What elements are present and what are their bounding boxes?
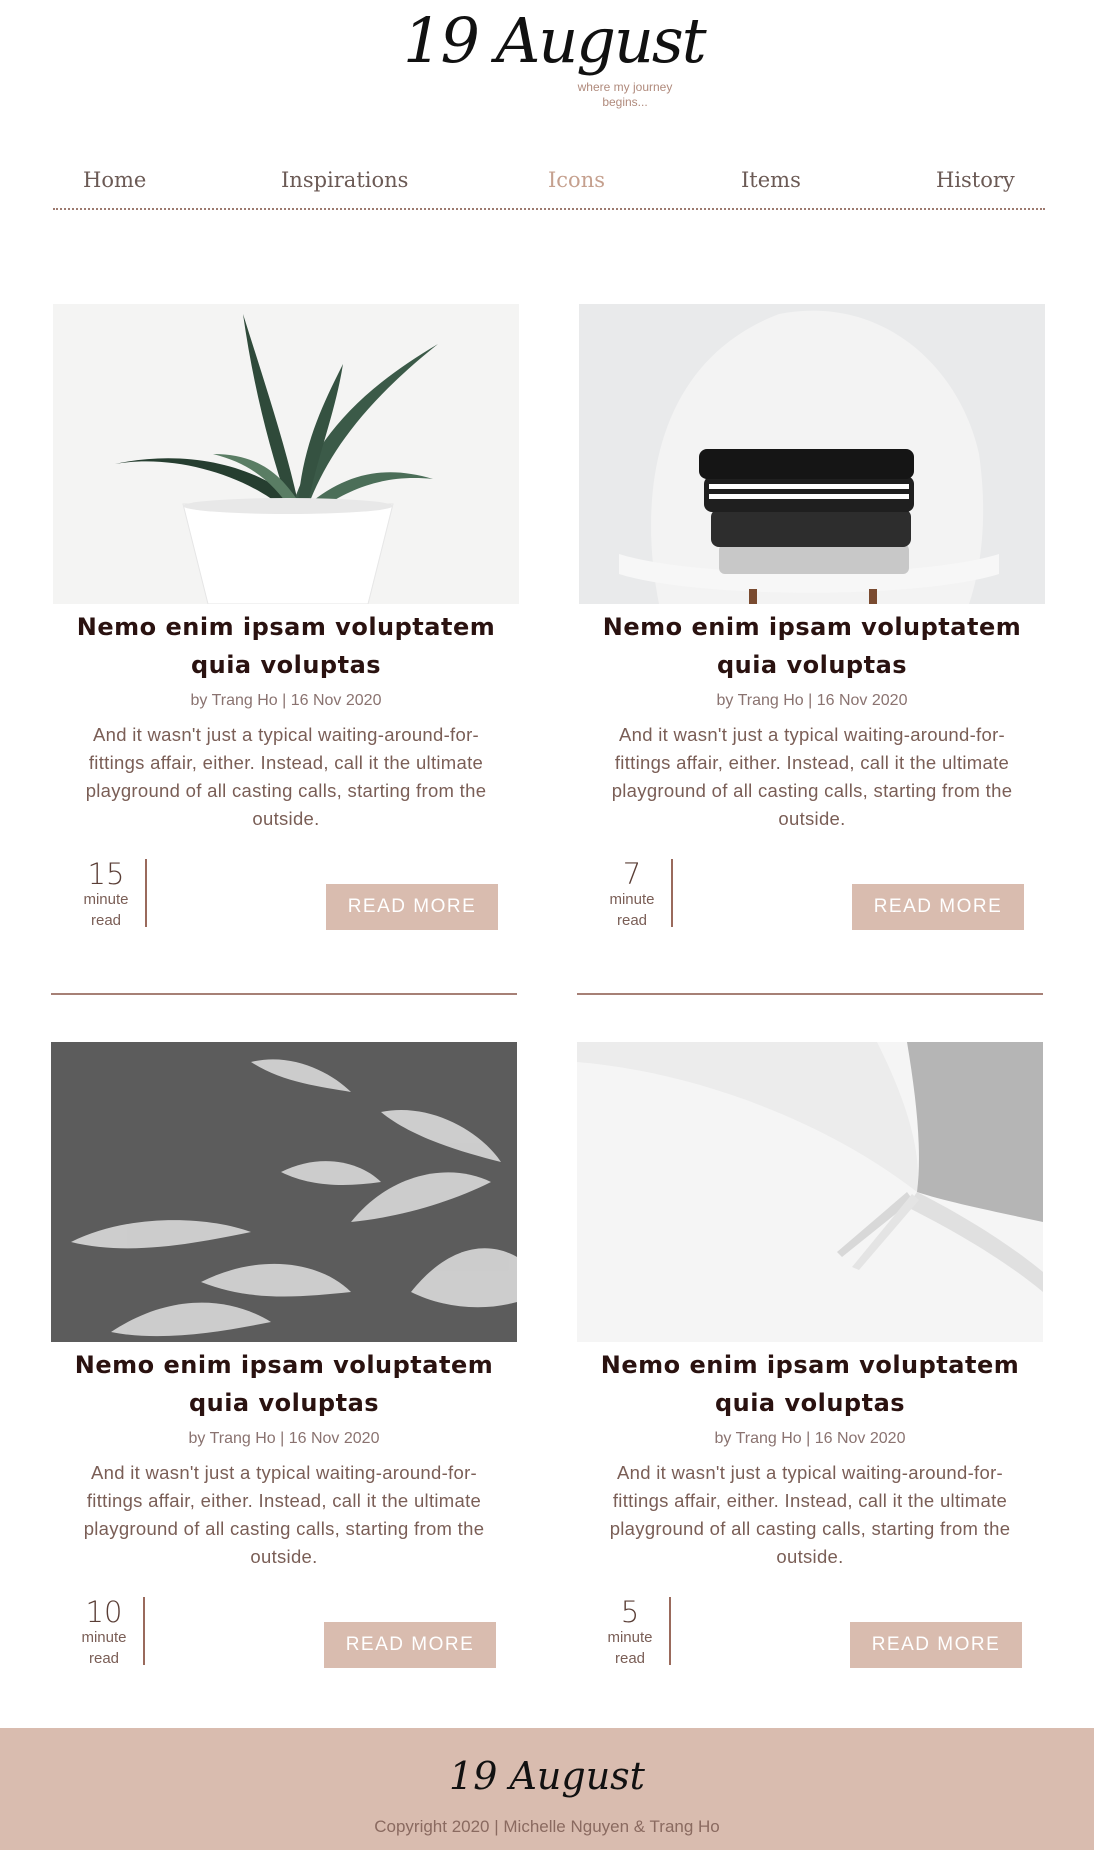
site-logo[interactable]: 19 August where my journey begins... (0, 0, 1094, 130)
read-time: 15 minute read (67, 857, 147, 929)
section-divider (51, 993, 517, 995)
post-meta: by Trang Ho | 16 Nov 2020 (716, 692, 908, 709)
post-excerpt: And it wasn't just a typical waiting-aro… (85, 724, 487, 829)
post-excerpt: And it wasn't just a typical waiting-aro… (83, 1462, 485, 1567)
post-excerpt: And it wasn't just a typical waiting-aro… (609, 1462, 1011, 1567)
read-time: 5 minute read (591, 1595, 671, 1667)
footer-logo[interactable]: 19 August (0, 1754, 1094, 1798)
nav-item-items[interactable]: Items (741, 168, 801, 192)
post-image-folded-clothes[interactable] (579, 304, 1045, 604)
read-more-button[interactable]: READ MORE (852, 884, 1024, 930)
read-more-button[interactable]: READ MORE (326, 884, 498, 930)
read-time-minutes: 10 (85, 1595, 123, 1629)
read-time-unit: read (614, 1650, 646, 1667)
nav-item-history[interactable]: History (936, 168, 1015, 192)
read-time: 10 minute read (65, 1595, 145, 1667)
post-image-open-book[interactable] (577, 1042, 1043, 1342)
read-time-unit: minute (83, 891, 129, 908)
read-more-button[interactable]: READ MORE (324, 1622, 496, 1668)
site-footer: 19 August Copyright 2020 | Michelle Nguy… (0, 1728, 1094, 1850)
post-card: Nemo enim ipsam voluptatem quia voluptas… (51, 1042, 517, 1682)
read-more-button[interactable]: READ MORE (850, 1622, 1022, 1668)
post-image-leaf-shadows[interactable] (51, 1042, 517, 1342)
read-time-minutes: 5 (620, 1595, 640, 1629)
post-title[interactable]: Nemo enim ipsam voluptatem quia voluptas (579, 604, 1045, 684)
read-time-unit: minute (607, 1629, 653, 1646)
read-time-unit: read (88, 1650, 120, 1667)
post-card: Nemo enim ipsam voluptatem quia voluptas… (579, 304, 1045, 944)
post-card: Nemo enim ipsam voluptatem quia voluptas… (53, 304, 519, 944)
post-image-potted-plant[interactable] (53, 304, 519, 604)
nav-item-home[interactable]: Home (83, 168, 146, 192)
footer-copyright: Copyright 2020 | Michelle Nguyen & Trang… (374, 1817, 720, 1836)
read-time-unit: read (90, 912, 122, 929)
post-excerpt: And it wasn't just a typical waiting-aro… (611, 724, 1013, 829)
read-time-minutes: 7 (622, 857, 642, 891)
read-time-minutes: 15 (87, 857, 125, 891)
nav-item-icons[interactable]: Icons (548, 168, 605, 192)
post-title[interactable]: Nemo enim ipsam voluptatem quia voluptas (51, 1342, 517, 1422)
post-title[interactable]: Nemo enim ipsam voluptatem quia voluptas (53, 604, 519, 684)
read-time-unit: minute (81, 1629, 127, 1646)
read-time-unit: read (616, 912, 648, 929)
logo-tagline: where my journey begins... (577, 80, 673, 109)
logo-text: 19 August (403, 4, 707, 77)
read-time-unit: minute (609, 891, 655, 908)
post-title[interactable]: Nemo enim ipsam voluptatem quia voluptas (577, 1342, 1043, 1422)
post-card: Nemo enim ipsam voluptatem quia voluptas… (577, 1042, 1043, 1682)
post-meta: by Trang Ho | 16 Nov 2020 (188, 1430, 380, 1447)
post-meta: by Trang Ho | 16 Nov 2020 (190, 692, 382, 709)
main-nav: Home Inspirations Icons Items History (53, 160, 1045, 210)
section-divider (577, 993, 1043, 995)
post-meta: by Trang Ho | 16 Nov 2020 (714, 1430, 906, 1447)
nav-item-inspirations[interactable]: Inspirations (281, 168, 408, 192)
read-time: 7 minute read (593, 857, 673, 929)
